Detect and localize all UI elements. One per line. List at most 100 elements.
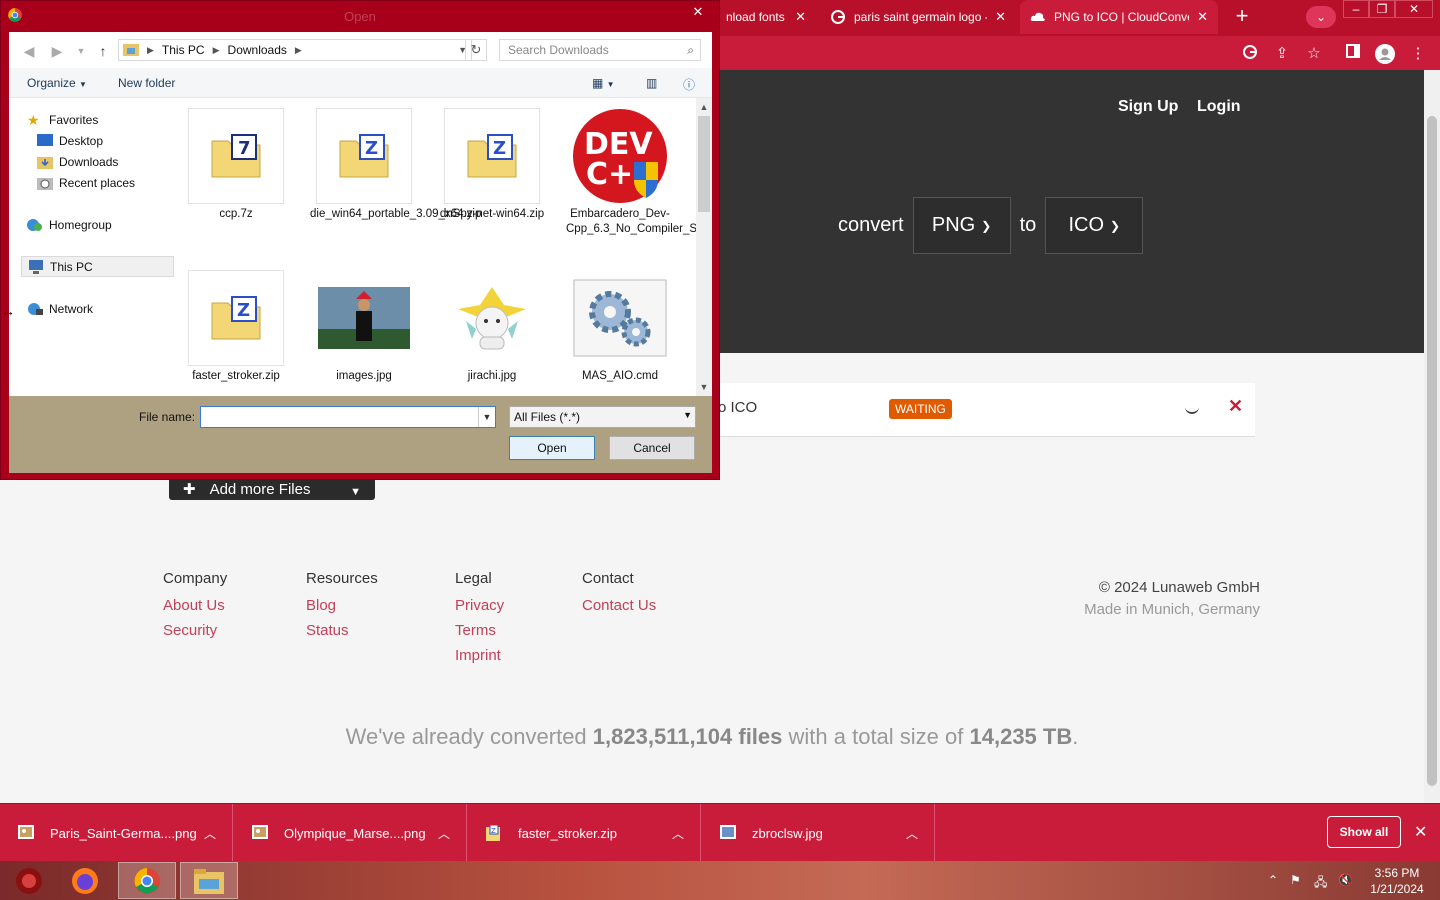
nav-downloads[interactable]: Downloads [37,153,118,171]
restore-button[interactable]: ❐ [1369,0,1395,18]
dialog-nav-bar: ◀ ▶ ▼ ↑ ▶ This PC ▶ Downloads ▶ ▼ ↻ Sear… [9,32,712,68]
footer-heading: Resources [306,570,378,587]
file-type-select[interactable]: All Files (*.*) ▼ [509,406,696,428]
security-link[interactable]: Security [163,622,227,639]
open-button[interactable]: Open [509,436,595,460]
file-item[interactable]: Z die_win64_portable_3.09_x64.zip [310,108,481,222]
file-item[interactable]: Z faster_stroker.zip [182,270,290,384]
scroll-down-icon[interactable]: ▼ [696,382,712,392]
download-item[interactable]: zbroclsw.jpg ︿ [702,804,935,862]
dialog-nav-pane: ★ Favorites Desktop Downloads Recent pla… [9,98,174,396]
tray-expand-icon[interactable]: ⌃ [1268,873,1278,887]
network-globe-icon [27,302,43,316]
blog-link[interactable]: Blog [306,597,378,614]
action-center-flag-icon[interactable]: ⚑ [1290,873,1301,887]
search-input[interactable]: Search Downloads ⌕ [499,39,701,61]
chevron-up-icon[interactable]: ︿ [204,825,216,842]
breadcrumb-this-pc[interactable]: This PC [162,43,205,57]
nav-desktop[interactable]: Desktop [37,132,103,150]
bookmark-star-icon[interactable]: ☆ [1304,44,1324,64]
file-name-field[interactable]: ▼ [200,406,496,428]
file-item[interactable]: jirachi.jpg [438,270,546,384]
refresh-icon[interactable]: ↻ [465,39,487,61]
caret-down-icon[interactable]: ▼ [350,486,361,498]
organize-label: Organize [27,76,76,90]
download-item[interactable]: Olympique_Marse....png ︿ [234,804,467,862]
share-icon[interactable]: ⇪ [1272,44,1292,64]
recent-dropdown-icon[interactable]: ▼ [71,41,91,61]
address-bar[interactable]: ▶ This PC ▶ Downloads ▶ ▼ [118,39,472,61]
close-shelf-icon[interactable]: ✕ [1414,822,1427,842]
organize-button[interactable]: Organize ▼ [27,76,87,90]
file-explorer-taskbar-icon[interactable] [180,862,238,899]
up-arrow-icon[interactable]: ↑ [93,41,113,61]
breadcrumb-downloads[interactable]: Downloads [228,43,287,57]
minimize-button[interactable]: – [1343,0,1369,18]
download-shelf: Paris_Saint-Germa....png ︿ Olympique_Mar… [0,803,1440,862]
tab-close-icon[interactable]: ✕ [795,9,806,25]
scrollbar-thumb[interactable] [1427,116,1437,786]
download-item[interactable]: Z faster_stroker.zip ︿ [468,804,701,862]
about-us-link[interactable]: About Us [163,597,227,614]
new-folder-button[interactable]: New folder [118,76,175,90]
taskbar-clock[interactable]: 3:56 PM 1/21/2024 [1364,865,1430,897]
tab-download-fonts[interactable]: nload fonts ✕ [716,0,816,34]
status-link[interactable]: Status [306,622,378,639]
tab-search-chevron-icon[interactable]: ⌄ [1306,6,1336,28]
chevron-up-icon[interactable]: ︿ [438,825,450,842]
forward-arrow-icon[interactable]: ▶ [47,41,67,61]
volume-muted-icon[interactable]: 🔇 [1338,873,1353,887]
google-lens-icon[interactable] [1240,44,1260,64]
file-item[interactable]: images.jpg [310,270,418,384]
download-item[interactable]: Paris_Saint-Germa....png ︿ [0,804,233,862]
side-panel-icon[interactable] [1343,44,1363,64]
tab-close-icon[interactable]: ✕ [995,9,1006,25]
profile-avatar-icon[interactable] [1375,44,1395,64]
nav-recent-places[interactable]: Recent places [37,174,135,192]
tab-psg-logo[interactable]: paris saint germain logo - ✕ [820,0,1016,34]
nav-network[interactable]: Network [27,300,93,318]
file-name-dropdown-icon[interactable]: ▼ [478,407,495,427]
contact-us-link[interactable]: Contact Us [582,597,656,614]
to-format-button[interactable]: ICO ❯ [1045,197,1144,254]
file-item[interactable]: Z dnSpy-net-win64.zip [438,108,546,222]
cancel-button[interactable]: Cancel [609,436,695,460]
window-close-button[interactable]: ✕ [1395,0,1433,18]
privacy-link[interactable]: Privacy [455,597,504,614]
file-item[interactable]: MAS_AIO.cmd [566,270,674,384]
dialog-close-button[interactable]: ✕ [684,3,712,21]
page-scrollbar[interactable] [1424,70,1440,803]
jirachi-thumbnail [444,270,540,366]
nav-favorites[interactable]: ★ Favorites [27,111,98,129]
back-arrow-icon[interactable]: ◀ [19,41,39,61]
file-list-scrollbar[interactable]: ▲ ▼ [696,98,712,396]
preview-pane-icon[interactable]: ▥ [646,76,657,90]
change-view-icon[interactable]: ▦ ▼ [592,76,615,90]
scrollbar-thumb[interactable] [698,116,710,212]
imprint-link[interactable]: Imprint [455,647,504,664]
menu-kebab-icon[interactable]: ⋮ [1408,44,1428,64]
chrome-taskbar-icon[interactable] [118,862,176,899]
dialog-titlebar[interactable]: Open ✕ [1,1,719,31]
login-link[interactable]: Login [1197,98,1241,116]
chevron-up-icon[interactable]: ︿ [906,825,918,842]
signup-link[interactable]: Sign Up [1118,98,1178,116]
terms-link[interactable]: Terms [455,622,504,639]
show-all-downloads-button[interactable]: Show all [1327,816,1401,848]
file-item[interactable]: 7 ccp.7z [182,108,290,222]
remove-file-icon[interactable]: ✕ [1228,396,1243,417]
from-format-button[interactable]: PNG ❯ [912,197,1011,254]
chevron-up-icon[interactable]: ︿ [672,825,684,842]
nav-this-pc[interactable]: This PC [21,256,174,277]
firefox-taskbar-icon[interactable] [56,862,114,899]
scroll-up-icon[interactable]: ▲ [696,102,712,112]
network-icon[interactable]: 🖧 [1314,873,1327,894]
tab-close-icon[interactable]: ✕ [1197,9,1208,25]
file-item[interactable]: DEV C+ Embarcadero_Dev-Cpp_6.3_No_Compile… [566,108,696,237]
new-tab-button[interactable]: + [1228,4,1256,30]
tab-cloudconvert[interactable]: PNG to ICO | CloudConve ✕ [1020,0,1218,34]
zip-archive-icon: Z [188,270,284,366]
start-button[interactable] [0,862,58,899]
help-icon[interactable]: ⓘ [683,76,695,93]
nav-homegroup[interactable]: Homegroup [27,216,112,234]
